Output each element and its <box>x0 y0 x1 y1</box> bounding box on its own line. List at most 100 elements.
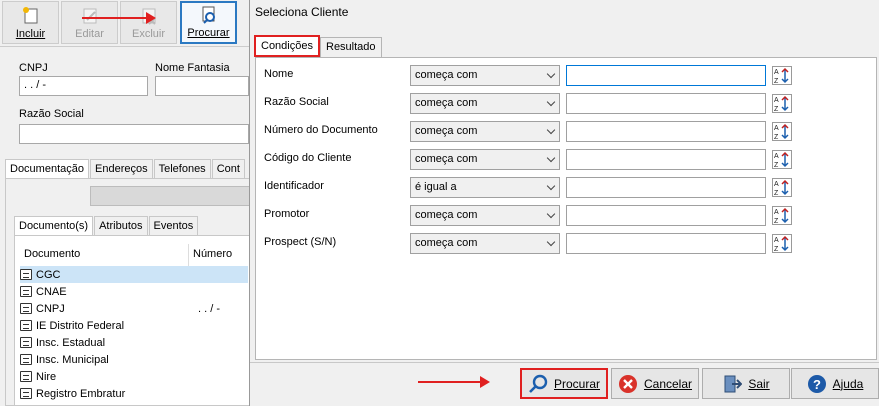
sort-az-icon: AZ <box>774 67 789 84</box>
operator-value: começa com <box>415 97 478 109</box>
incluir-label: Incluir <box>15 28 46 40</box>
sort-toggle-button[interactable]: AZ <box>772 66 792 85</box>
table-row[interactable]: Insc. Municipal <box>20 351 248 368</box>
tab-atributos[interactable]: Atributos <box>94 216 148 235</box>
nome-fantasia-label: Nome Fantasia <box>155 62 230 74</box>
operator-select[interactable]: começa com <box>410 121 560 142</box>
table-row[interactable]: CNAE <box>20 283 248 300</box>
document-icon <box>20 303 32 314</box>
document-icon <box>20 337 32 348</box>
sort-az-icon: AZ <box>774 179 789 196</box>
dialog-button-bar: Procurar Cancelar Sair ? Ajuda <box>250 362 879 406</box>
tab-telefones[interactable]: Telefones <box>153 159 211 178</box>
document-icon <box>20 354 32 365</box>
tab-contatos[interactable]: Cont <box>211 159 245 178</box>
svg-text:A: A <box>774 209 779 216</box>
svg-text:Z: Z <box>774 190 779 196</box>
condition-label: Número do Documento <box>264 124 378 136</box>
condition-value-input[interactable] <box>566 233 766 254</box>
table-row[interactable]: CGC <box>20 266 248 283</box>
sort-toggle-button[interactable]: AZ <box>772 122 792 141</box>
annotation-arrow-top <box>82 12 156 24</box>
svg-text:A: A <box>774 181 779 188</box>
col-numero: Número <box>193 248 233 260</box>
tab-resultado[interactable]: Resultado <box>320 37 382 57</box>
operator-select[interactable]: começa com <box>410 149 560 170</box>
cancelar-button[interactable]: Cancelar <box>611 368 699 399</box>
sort-toggle-button[interactable]: AZ <box>772 94 792 113</box>
operator-select[interactable]: começa com <box>410 65 560 86</box>
table-row[interactable]: Insc. Estadual <box>20 334 248 351</box>
conditions-panel: Nome começa com AZ Razão Social começa c… <box>255 57 877 360</box>
operator-select[interactable]: é igual a <box>410 177 560 198</box>
sort-toggle-button[interactable]: AZ <box>772 178 792 197</box>
svg-text:A: A <box>774 237 779 244</box>
table-row[interactable]: CNPJ . . / - <box>20 300 248 317</box>
razao-social-label: Razão Social <box>19 108 84 120</box>
editar-button[interactable]: Editar <box>61 1 118 44</box>
condition-label: Promotor <box>264 208 310 220</box>
condition-value-input[interactable] <box>566 205 766 226</box>
operator-select[interactable]: começa com <box>410 93 560 114</box>
chevron-down-icon <box>546 97 556 107</box>
sort-az-icon: AZ <box>774 207 789 224</box>
condition-value-input[interactable] <box>566 93 766 114</box>
document-icon <box>20 320 32 331</box>
new-document-icon <box>22 7 37 24</box>
condition-row-prospect: Prospect (S/N) começa com AZ <box>256 229 878 257</box>
condition-value-input[interactable] <box>566 149 766 170</box>
sort-toggle-button[interactable]: AZ <box>772 150 792 169</box>
operator-select[interactable]: começa com <box>410 233 560 254</box>
table-row[interactable]: IE Distrito Federal <box>20 317 248 334</box>
seleciona-cliente-dialog: Seleciona Cliente Condições Resultado No… <box>249 0 879 406</box>
row-label: Registro Embratur <box>36 387 126 400</box>
svg-text:?: ? <box>813 377 821 392</box>
condition-value-input[interactable] <box>566 177 766 198</box>
tab-documentacao[interactable]: Documentação <box>5 159 89 178</box>
chevron-down-icon <box>546 209 556 219</box>
condition-row-nome: Nome começa com AZ <box>256 61 878 89</box>
ajuda-button[interactable]: ? Ajuda <box>791 368 879 399</box>
condition-label: Razão Social <box>264 96 329 108</box>
table-row[interactable]: Nire <box>20 368 248 385</box>
procurar-button[interactable]: Procurar <box>520 368 608 399</box>
svg-text:A: A <box>774 97 779 104</box>
tab-condicoes[interactable]: Condições <box>254 35 320 57</box>
annotation-arrow-bottom <box>418 376 490 388</box>
condition-label: Prospect (S/N) <box>264 236 337 248</box>
sort-toggle-button[interactable]: AZ <box>772 234 792 253</box>
condition-value-input[interactable] <box>566 121 766 142</box>
main-tabs: Documentação Endereços Telefones Cont <box>5 159 246 178</box>
svg-text:A: A <box>774 125 779 132</box>
cnpj-input[interactable]: . . / - <box>19 76 148 96</box>
row-numero: . . / - <box>198 302 220 315</box>
tab-enderecos[interactable]: Endereços <box>90 159 153 178</box>
operator-value: começa com <box>415 125 478 137</box>
condition-value-input[interactable] <box>566 65 766 86</box>
table-row[interactable]: Registro Embratur <box>20 385 248 402</box>
sort-toggle-button[interactable]: AZ <box>772 206 792 225</box>
svg-text:Z: Z <box>774 162 779 168</box>
condition-row-numero-documento: Número do Documento começa com AZ <box>256 117 878 145</box>
nome-fantasia-input[interactable] <box>155 76 249 96</box>
tab-eventos[interactable]: Eventos <box>148 216 199 235</box>
svg-text:A: A <box>774 153 779 160</box>
sair-button[interactable]: Sair <box>702 368 790 399</box>
row-label: Insc. Municipal <box>36 353 109 366</box>
document-icon <box>20 286 32 297</box>
operator-value: começa com <box>415 69 478 81</box>
incluir-button[interactable]: Incluir <box>2 1 59 44</box>
condition-label: Identificador <box>264 180 324 192</box>
edit-icon <box>83 8 96 24</box>
chevron-down-icon <box>546 153 556 163</box>
row-label: Insc. Estadual <box>36 336 106 349</box>
tab-documentos[interactable]: Documento(s) <box>14 216 94 235</box>
sort-az-icon: AZ <box>774 95 789 112</box>
condition-label: Código do Cliente <box>264 152 352 164</box>
razao-social-input[interactable] <box>19 124 249 144</box>
procurar-toolbar-button[interactable]: Procurar <box>180 1 237 44</box>
operator-select[interactable]: começa com <box>410 205 560 226</box>
cnpj-label: CNPJ <box>19 62 48 74</box>
condition-row-promotor: Promotor começa com AZ <box>256 201 878 229</box>
search-document-icon <box>202 6 215 24</box>
